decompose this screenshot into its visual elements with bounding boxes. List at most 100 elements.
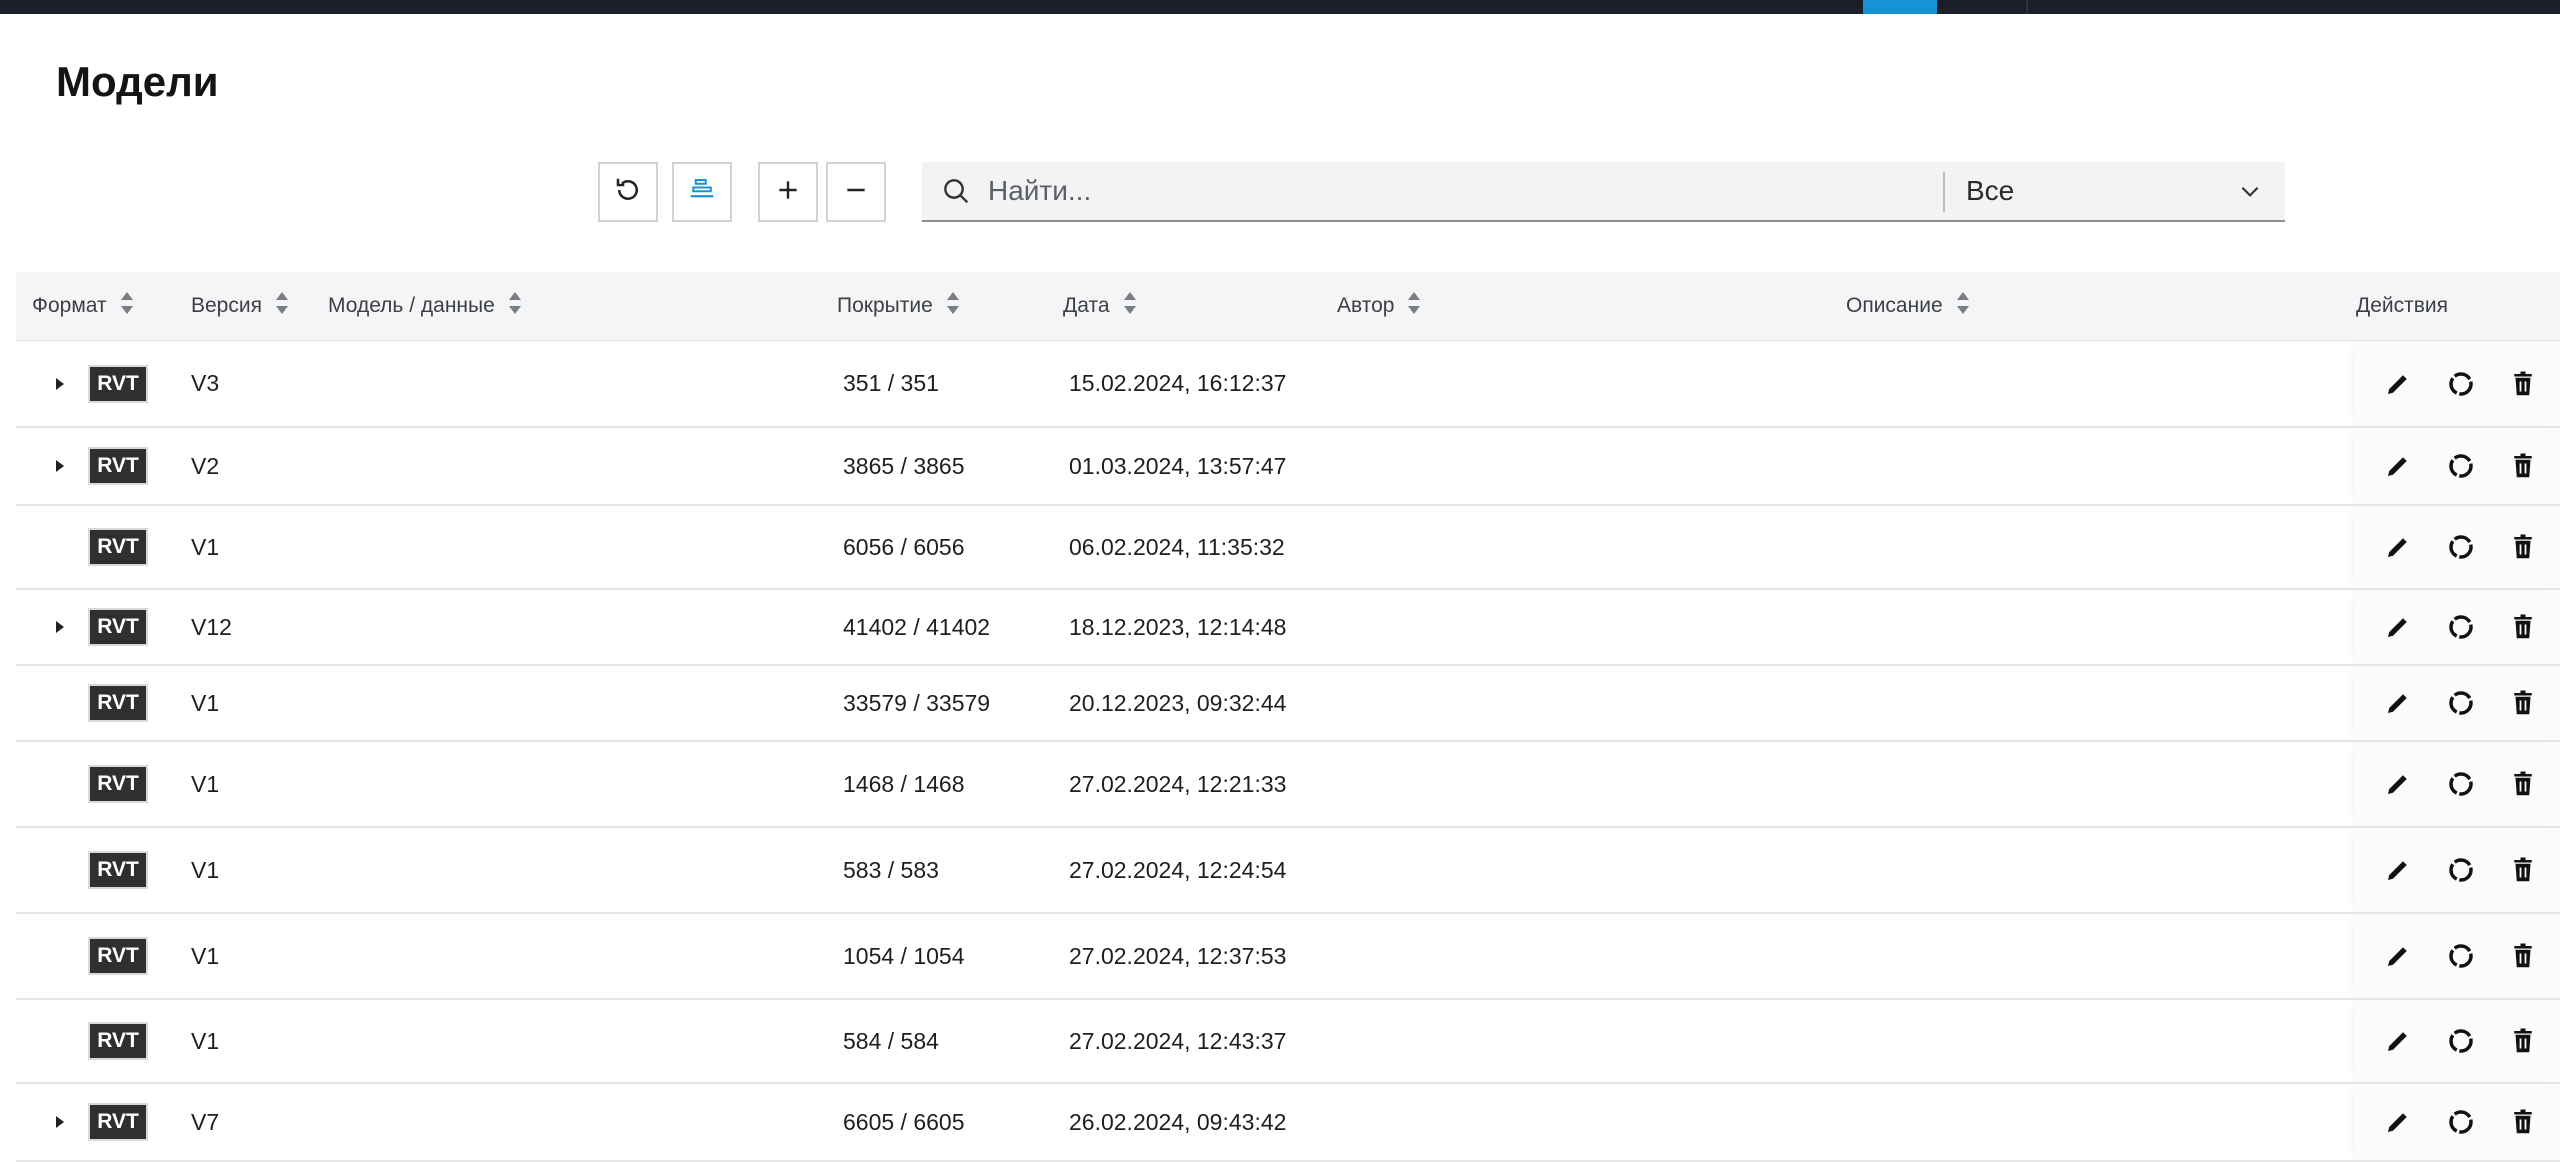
row-actions [2354,506,2560,588]
sync-icon[interactable] [2441,607,2481,647]
row-actions [2354,1084,2560,1160]
edit-icon[interactable] [2378,607,2418,647]
plus-icon [775,177,801,208]
version-cell: V1 [191,533,220,560]
coverage-cell: 3865 / 3865 [843,452,965,479]
refresh-button[interactable] [598,162,658,222]
expand-all-button[interactable] [758,162,818,222]
column-label: Описание [1846,294,1943,317]
date-cell: 27.02.2024, 12:21:33 [1069,770,1287,797]
table-row[interactable]: RVT V1 584 / 584 27.02.2024, 12:43:37 [16,1000,2560,1084]
version-cell: V1 [191,689,220,716]
edit-icon[interactable] [2378,446,2418,486]
edit-icon[interactable] [2378,683,2418,723]
format-badge: RVT [88,684,148,722]
trash-icon[interactable] [2503,683,2543,723]
trash-icon[interactable] [2503,607,2543,647]
column-header-version[interactable]: Версия [191,272,290,340]
sync-icon[interactable] [2441,936,2481,976]
trash-icon[interactable] [2503,850,2543,890]
column-header-model[interactable]: Модель / данные [328,272,523,340]
search-bar: Все [922,162,2285,222]
table-row[interactable]: RVT V1 1054 / 1054 27.02.2024, 12:37:53 [16,914,2560,1000]
table-row[interactable]: RVT V3 351 / 351 15.02.2024, 16:12:37 [16,341,2560,428]
edit-icon[interactable] [2378,936,2418,976]
trash-icon[interactable] [2503,764,2543,804]
column-header-format[interactable]: Формат [32,272,135,340]
active-tab-indicator[interactable] [1863,0,1937,14]
collapse-all-button[interactable] [826,162,886,222]
trash-icon[interactable] [2503,1102,2543,1142]
table-row[interactable]: RVT V1 583 / 583 27.02.2024, 12:24:54 [16,828,2560,914]
edit-icon[interactable] [2378,764,2418,804]
sync-icon[interactable] [2441,1021,2481,1061]
sync-icon[interactable] [2441,527,2481,567]
column-header-description[interactable]: Описание [1846,272,1971,340]
format-badge: RVT [88,1103,148,1141]
expand-caret-icon[interactable] [46,428,74,504]
coverage-cell: 6056 / 6056 [843,533,965,560]
edit-icon[interactable] [2378,1021,2418,1061]
trash-icon[interactable] [2503,1021,2543,1061]
chevron-down-icon [2237,178,2263,209]
date-cell: 15.02.2024, 16:12:37 [1069,370,1287,396]
version-cell: V2 [191,452,220,479]
version-cell: V7 [191,1108,220,1135]
sort-icon [1955,289,1971,323]
table-row[interactable]: RVT V7 6605 / 6605 26.02.2024, 09:43:42 [16,1084,2560,1162]
column-header-date[interactable]: Дата [1063,272,1138,340]
table-row[interactable]: RVT V1 1468 / 1468 27.02.2024, 12:21:33 [16,742,2560,828]
date-cell: 27.02.2024, 12:43:37 [1069,1027,1287,1054]
table-row[interactable]: RVT V12 41402 / 41402 18.12.2023, 12:14:… [16,590,2560,666]
table-row[interactable]: RVT V1 33579 / 33579 20.12.2023, 09:32:4… [16,666,2560,742]
sync-icon[interactable] [2441,683,2481,723]
sort-icon [1122,289,1138,323]
page-title: Модели [56,58,219,105]
version-cell: V1 [191,1027,220,1054]
row-actions [2354,828,2560,912]
layers-button[interactable] [672,162,732,222]
table-row[interactable]: RVT V1 6056 / 6056 06.02.2024, 11:35:32 [16,506,2560,590]
sort-icon [119,289,135,323]
column-header-coverage[interactable]: Покрытие [837,272,961,340]
sync-icon[interactable] [2441,446,2481,486]
date-cell: 06.02.2024, 11:35:32 [1069,533,1285,560]
column-label: Дата [1063,294,1110,317]
search-input[interactable] [986,165,1890,217]
search-icon [938,173,974,209]
date-cell: 26.02.2024, 09:43:42 [1069,1108,1287,1135]
sync-icon[interactable] [2441,850,2481,890]
table-row[interactable]: RVT V2 3865 / 3865 01.03.2024, 13:57:47 [16,428,2560,506]
column-header-author[interactable]: Автор [1337,272,1422,340]
format-badge: RVT [88,851,148,889]
coverage-cell: 584 / 584 [843,1027,939,1054]
edit-icon[interactable] [2378,527,2418,567]
edit-icon[interactable] [2378,364,2418,404]
trash-icon[interactable] [2503,936,2543,976]
version-cell: V3 [191,370,220,396]
expand-caret-icon[interactable] [46,590,74,664]
sync-icon[interactable] [2441,764,2481,804]
row-actions [2354,428,2560,504]
sync-icon[interactable] [2441,1102,2481,1142]
date-cell: 01.03.2024, 13:57:47 [1069,452,1287,479]
filter-select[interactable]: Все [1962,162,2285,220]
version-cell: V12 [191,613,232,640]
format-badge: RVT [88,528,148,566]
trash-icon[interactable] [2503,446,2543,486]
column-label: Действия [2356,294,2449,317]
edit-icon[interactable] [2378,1102,2418,1142]
trash-icon[interactable] [2503,364,2543,404]
trash-icon[interactable] [2503,527,2543,567]
format-badge: RVT [88,1022,148,1060]
edit-icon[interactable] [2378,850,2418,890]
expand-caret-icon[interactable] [46,1084,74,1160]
coverage-cell: 41402 / 41402 [843,613,991,640]
coverage-cell: 583 / 583 [843,856,939,883]
sync-icon[interactable] [2441,364,2481,404]
row-actions [2354,742,2560,826]
expand-caret-icon[interactable] [46,341,74,426]
version-cell: V1 [191,770,220,797]
date-cell: 27.02.2024, 12:24:54 [1069,856,1287,883]
refresh-icon [613,175,643,210]
